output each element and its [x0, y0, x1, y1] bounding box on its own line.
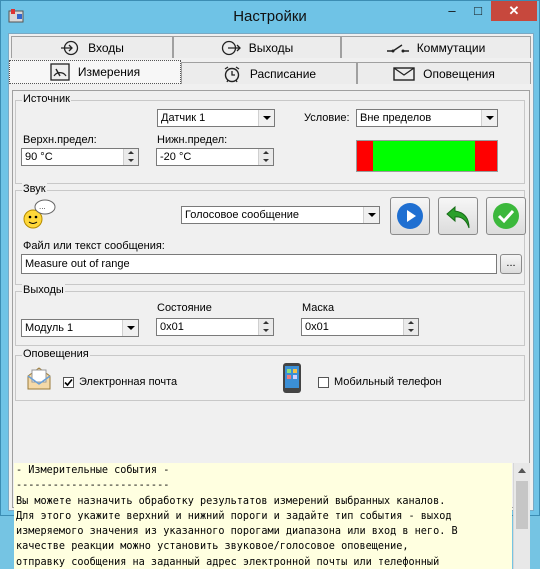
tab-inputs[interactable]: Входы: [11, 36, 173, 58]
notifications-group: Оповещения Электронная почта Мобильный т…: [15, 348, 525, 401]
spin-down-icon[interactable]: [123, 157, 138, 165]
source-group-title: Источник: [22, 93, 71, 105]
help-line: - Измерительные события -: [16, 465, 170, 476]
lower-limit-value: -20 °C: [160, 151, 192, 163]
condition-select-value: Вне пределов: [360, 112, 432, 124]
switch-icon: [386, 43, 409, 52]
help-line: измеряемого значения из указанного порог…: [16, 526, 458, 538]
svg-text:...: ...: [39, 202, 46, 211]
play-button[interactable]: [390, 197, 430, 235]
condition-select[interactable]: Вне пределов: [356, 109, 498, 127]
speech-bubble-icon: ...: [23, 199, 56, 229]
close-button[interactable]: ✕: [491, 1, 537, 21]
envelope-icon: [393, 66, 415, 81]
spin-down-icon[interactable]: [258, 327, 273, 335]
undo-arrow-icon: [446, 205, 470, 229]
outputs-group: Выходы Модуль 1 Состояние 0x01 Маска 0x0…: [15, 284, 525, 346]
sound-group-title: Звук: [22, 183, 47, 195]
tab-switching[interactable]: Коммутации: [341, 36, 531, 58]
lower-limit-spinner[interactable]: -20 °C: [156, 148, 274, 166]
tab-notifications[interactable]: Оповещения: [357, 62, 531, 84]
state-label: Состояние: [157, 302, 212, 314]
module-select[interactable]: Модуль 1: [21, 319, 139, 337]
alarm-clock-icon: [224, 65, 240, 82]
upper-limit-spinner[interactable]: 90 °C: [21, 148, 139, 166]
chevron-down-icon: [481, 110, 497, 126]
upper-limit-value: 90 °C: [25, 151, 53, 163]
lower-limit-label: Нижн.предел:: [157, 134, 228, 146]
sound-group: Звук ... Голосовое сообщение Файл или те…: [15, 183, 526, 285]
help-line: отправку сообщения на заданный адрес эле…: [16, 556, 440, 568]
condition-label: Условие:: [304, 112, 350, 124]
email-label: Электронная почта: [79, 376, 178, 388]
outputs-group-title: Выходы: [22, 284, 65, 296]
mobile-phone-icon: [283, 363, 301, 393]
output-arrow-icon: [221, 40, 241, 55]
tab-measurements-label: Измерения: [77, 65, 141, 79]
settings-window: Настройки – □ ✕ Входы Выходы Коммутации …: [0, 0, 540, 569]
mask-label: Маска: [302, 302, 335, 314]
help-line: качестве реакции можно установить звуков…: [16, 541, 409, 553]
maximize-button[interactable]: □: [465, 1, 491, 21]
gauge-icon: [50, 63, 70, 81]
minimize-button[interactable]: –: [439, 1, 465, 21]
help-text-area[interactable]: - Измерительные события - ---------------…: [14, 463, 512, 569]
range-indicator: [356, 140, 498, 172]
checkmark-icon: [64, 378, 73, 387]
confirm-button[interactable]: [486, 197, 526, 235]
range-in: [373, 141, 475, 171]
help-line: Для этого укажите верхний и нижний порог…: [16, 510, 452, 522]
message-text-value: Measure out of range: [25, 258, 130, 270]
scroll-thumb[interactable]: [516, 481, 528, 529]
tab-inputs-label: Входы: [88, 40, 124, 55]
client-area: Входы Выходы Коммутации Измерения Распис…: [8, 33, 534, 569]
spin-down-icon[interactable]: [258, 157, 273, 165]
sensor-select-value: Датчик 1: [161, 112, 206, 124]
message-text-input[interactable]: Measure out of range: [21, 254, 497, 274]
checkmark-icon: [493, 203, 519, 229]
tab-schedule-label: Расписание: [249, 66, 317, 81]
tab-notifications-label: Оповещения: [423, 66, 495, 81]
spin-down-icon[interactable]: [403, 327, 418, 335]
source-group: Источник Датчик 1 Верхн.предел: 90 °C Ни…: [15, 93, 525, 184]
mask-value: 0x01: [305, 321, 329, 333]
tab-measurements[interactable]: Измерения: [9, 60, 181, 84]
measurements-panel: Источник Датчик 1 Верхн.предел: 90 °C Ни…: [12, 90, 530, 569]
input-arrow-icon: [61, 40, 79, 55]
play-icon: [397, 203, 423, 229]
upper-limit-label: Верхн.предел:: [23, 134, 97, 146]
undo-button[interactable]: [438, 197, 478, 235]
phone-label: Мобильный телефон: [334, 376, 442, 388]
range-out-low: [357, 141, 373, 171]
state-value: 0x01: [160, 321, 184, 333]
notifications-group-title: Оповещения: [22, 348, 90, 360]
state-spinner[interactable]: 0x01: [156, 318, 274, 336]
chevron-down-icon: [258, 110, 274, 126]
range-out-high: [475, 141, 497, 171]
message-file-label: Файл или текст сообщения:: [23, 240, 165, 252]
browse-button[interactable]: ...: [500, 254, 522, 274]
sound-type-value: Голосовое сообщение: [185, 209, 300, 221]
sound-type-select[interactable]: Голосовое сообщение: [181, 206, 380, 224]
scroll-up-icon[interactable]: [518, 468, 526, 473]
chevron-down-icon: [363, 207, 379, 223]
help-line: Вы можете назначить обработку результато…: [16, 495, 446, 507]
tab-outputs-label: Выходы: [248, 40, 294, 55]
email-icon: [27, 367, 51, 390]
help-line: -------------------------: [16, 480, 170, 492]
module-select-value: Модуль 1: [25, 322, 74, 334]
mask-spinner[interactable]: 0x01: [301, 318, 419, 336]
email-checkbox[interactable]: [63, 377, 74, 388]
phone-checkbox[interactable]: [318, 377, 329, 388]
tab-schedule[interactable]: Расписание: [181, 62, 357, 84]
title-bar[interactable]: Настройки – □ ✕: [1, 1, 539, 33]
help-scrollbar[interactable]: [513, 463, 530, 569]
sensor-select[interactable]: Датчик 1: [157, 109, 275, 127]
tab-outputs[interactable]: Выходы: [173, 36, 341, 58]
chevron-down-icon: [122, 320, 138, 336]
tab-switching-label: Коммутации: [416, 40, 486, 55]
